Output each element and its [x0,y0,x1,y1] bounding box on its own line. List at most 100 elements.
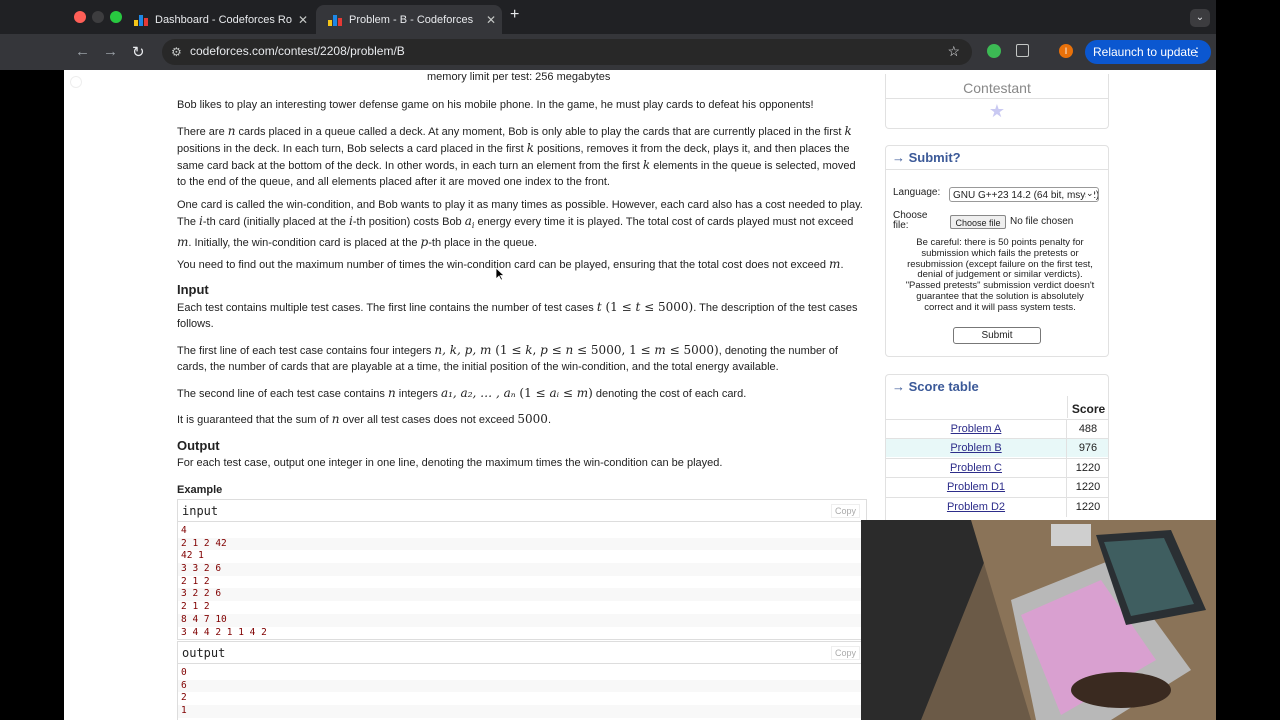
close-tab-icon[interactable]: ✕ [480,13,502,27]
paragraph-goal: You need to find out the maximum number … [177,257,844,271]
choose-file-button[interactable]: Choose file [950,215,1006,229]
paragraph-cost: One card is called the win-condition, an… [177,199,863,250]
copy-input-button[interactable]: Copy [830,504,860,518]
submit-title: → Submit? [886,146,1108,170]
score-header: Score [1067,396,1109,418]
problem-link[interactable]: Problem D1 [886,478,1067,498]
tab-dashboard[interactable]: Dashboard - Codeforces Rou ✕ [122,5,314,34]
contestant-box: Contestant ★ [885,74,1109,129]
back-arrow-icon[interactable]: ← [75,43,90,60]
close-window-icon[interactable] [74,11,86,23]
webcam-photo [861,520,1216,720]
tab-problem-b[interactable]: Problem - B - Codeforces ✕ [316,5,502,34]
score-table-title: → Score table [892,379,979,394]
input-paragraph-3: The second line of each test case contai… [177,386,747,400]
problem-score: 1220 [1075,461,1101,474]
codeforces-favicon-icon [328,14,342,26]
input-paragraph-4: It is guaranteed that the sum of n over … [177,412,551,426]
minimize-window-icon[interactable] [92,11,104,23]
problem-score: 488 [1078,423,1098,435]
contestant-label: Contestant [886,74,1108,99]
penalty-warning: Be careful: there is 50 points penalty f… [905,237,1095,313]
chevron-down-icon: ⌄ [1086,188,1094,199]
tab-search-chevron-icon[interactable]: ⌄ [1190,9,1210,27]
address-bar[interactable]: ⚙ codeforces.com/contest/2208/problem/B … [162,39,972,65]
input-paragraph-1: Each test contains multiple test cases. … [177,300,858,330]
example-line: 8 4 7 10 [178,613,866,627]
problem-link[interactable]: Problem C [886,458,1067,478]
problem-score: 976 [1078,442,1098,455]
language-select-value: GNU G++23 14.2 (64 bit, msys2) [953,190,1099,201]
input-paragraph-2: The first line of each test case contain… [177,343,838,373]
example-line: 0 [181,667,187,678]
loading-spinner-icon [70,76,82,88]
example-line: 2 1 2 [181,575,210,587]
url-text: codeforces.com/contest/2208/problem/B [190,44,405,58]
relaunch-label: Relaunch to update [1093,45,1198,59]
relaunch-button[interactable]: Relaunch to update ⋮ [1085,40,1211,64]
browser-toolbar: ← → ↻ ⚙ codeforces.com/contest/2208/prob… [0,34,1216,70]
copy-output-button[interactable]: Copy [830,646,860,660]
language-label: Language: [893,187,941,198]
language-select[interactable]: GNU G++23 14.2 (64 bit, msys2) [949,187,1099,202]
example-input-box: input Copy 42 1 2 42 42 13 3 2 62 1 23 2 … [177,499,867,640]
score-table-row: Problem D2 1220 [886,496,1108,517]
problem-score: 1220 [1075,481,1101,494]
paragraph-intro: Bob likes to play an interesting tower d… [177,99,814,111]
example-line: 42 1 [181,550,204,562]
problem-link[interactable]: Problem A [886,420,1067,439]
problem-link[interactable]: Problem D2 [886,497,1067,517]
score-table-row: Problem B 976 [886,438,1108,459]
no-file-text: No file chosen [1010,216,1074,227]
example-line: 3 2 2 6 [178,588,866,602]
reload-icon[interactable]: ↻ [132,43,145,61]
browser-tab-bar: Dashboard - Codeforces Rou ✕ Problem - B… [0,0,1216,34]
star-icon: ★ [988,101,1006,121]
example-line: 2 1 2 [181,601,210,613]
close-tab-icon[interactable]: ✕ [292,13,314,27]
extension-icon[interactable] [987,44,1001,58]
example-input-header: input Copy [178,500,866,522]
example-input-lines: 42 1 2 42 42 13 3 2 62 1 23 2 2 62 1 28 4… [178,522,866,639]
score-table-row: Problem D1 1220 [886,477,1108,498]
output-section-title: Output [177,438,220,453]
submit-box: → Submit? Language: GNU G++23 14.2 (64 b… [885,145,1109,357]
extensions-puzzle-icon[interactable] [1016,44,1029,57]
score-table-row: Problem C 1220 [886,457,1108,478]
bookmark-star-icon[interactable]: ☆ [947,43,960,60]
example-line: 2 1 2 42 [178,537,866,551]
submit-button[interactable]: Submit [953,327,1041,344]
example-title: Example [177,484,223,496]
tab-title: Problem - B - Codeforces [349,13,474,26]
example-output-header: output Copy [178,642,866,664]
tab-title: Dashboard - Codeforces Rou [155,13,292,26]
score-table-row: Problem A 488 [886,419,1108,439]
codeforces-favicon-icon [134,14,148,26]
example-output-box: output Copy 0621 [177,641,867,720]
profile-avatar[interactable]: I [1059,44,1073,58]
problem-score: 1220 [1075,500,1101,513]
paragraph-deck: There are n cards placed in a queue call… [177,124,856,188]
example-output-label: output [182,646,226,660]
example-line: 1 [178,705,866,718]
example-output-lines: 0621 [178,664,866,718]
score-table-box: → Score table Score Problem A 488 Problem … [885,374,1109,524]
webcam-overlay [861,520,1216,720]
problem-link[interactable]: Problem B [886,439,1067,459]
memory-limit: memory limit per test: 256 megabytes [427,71,611,83]
example-line: 6 [178,679,866,693]
forward-arrow-icon[interactable]: → [103,43,118,60]
example-line: 3 3 2 6 [178,563,866,576]
example-line: 2 [181,692,187,704]
more-menu-icon[interactable]: ⋮ [1191,40,1203,64]
new-tab-icon[interactable]: + [510,6,519,24]
example-line: 3 4 4 2 1 1 4 2 [181,626,267,638]
mouse-cursor-icon [495,267,505,281]
input-section-title: Input [177,282,209,297]
example-line: 4 [181,525,187,536]
site-info-icon[interactable]: ⚙ [171,45,182,59]
choose-file-label: Choose file: [893,210,928,231]
example-input-label: input [182,504,219,518]
output-paragraph: For each test case, output one integer i… [177,457,723,469]
maximize-window-icon[interactable] [110,11,122,23]
